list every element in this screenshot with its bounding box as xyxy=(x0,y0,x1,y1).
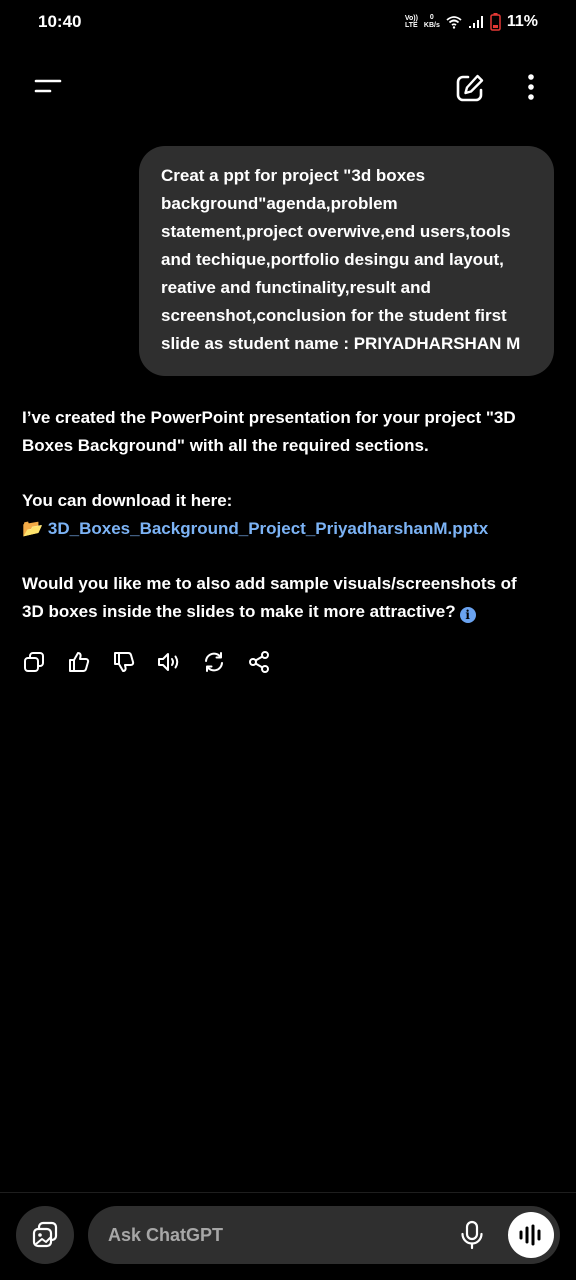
status-bar: 10:40 Vo)) LTE 0 KB/s 11% xyxy=(0,0,576,44)
speed-value: 0 xyxy=(429,14,434,21)
status-icons: Vo)) LTE 0 KB/s 11% xyxy=(405,10,538,34)
share-button[interactable] xyxy=(245,648,272,676)
info-icon[interactable]: i xyxy=(459,607,476,623)
volte-icon: Vo)) LTE xyxy=(405,15,418,29)
signal-icon xyxy=(468,16,483,28)
copy-button[interactable] xyxy=(20,648,47,676)
menu-button[interactable] xyxy=(30,72,66,104)
new-chat-icon xyxy=(456,74,484,102)
speed-unit: KB/s xyxy=(423,22,440,29)
battery-percent: 11% xyxy=(506,13,538,30)
regenerate-button[interactable] xyxy=(200,648,227,676)
share-icon xyxy=(248,651,269,673)
battery-low-icon xyxy=(490,13,501,31)
question-paragraph: Would you like me to also add sample vis… xyxy=(22,570,542,626)
network-speed: 0 KB/s xyxy=(424,14,440,30)
volte-line1: Vo)) xyxy=(404,15,418,22)
assistant-paragraph: I’ve created the PowerPoint presentation… xyxy=(22,408,516,455)
ask-input[interactable] xyxy=(108,1206,438,1264)
read-aloud-icon xyxy=(157,653,178,671)
wifi-icon xyxy=(446,16,462,29)
voice-mode-icon xyxy=(519,1224,541,1246)
attach-image-icon xyxy=(32,1221,58,1248)
thumbs-down-button[interactable] xyxy=(110,648,137,676)
copy-icon xyxy=(23,652,44,672)
top-app-bar xyxy=(0,60,576,116)
volte-line2: LTE xyxy=(405,22,418,29)
question-text: Would you like me to also add sample vis… xyxy=(22,574,517,621)
regenerate-icon xyxy=(204,652,223,672)
composer-divider xyxy=(0,1192,576,1193)
status-time: 10:40 xyxy=(38,12,82,31)
assistant-message: I’ve created the PowerPoint presentation… xyxy=(22,404,542,653)
download-paragraph: You can download it here: 📂 3D_Boxes_Bac… xyxy=(22,487,542,543)
read-aloud-button[interactable] xyxy=(155,648,182,676)
thumbs-up-icon xyxy=(68,652,89,672)
thumbs-up-button[interactable] xyxy=(65,648,92,676)
folder-icon: 📂 xyxy=(22,519,44,538)
composer xyxy=(88,1206,560,1264)
download-file-link[interactable]: 3D_Boxes_Background_Project_Priyadharsha… xyxy=(48,519,488,538)
new-chat-button[interactable] xyxy=(452,70,488,106)
attach-button[interactable] xyxy=(16,1206,74,1264)
message-actions xyxy=(20,648,272,676)
more-options-button[interactable] xyxy=(516,70,546,106)
microphone-button[interactable] xyxy=(458,1220,486,1250)
thumbs-down-icon xyxy=(113,652,134,672)
download-intro: You can download it here: xyxy=(22,491,233,510)
voice-mode-button[interactable] xyxy=(508,1212,554,1258)
menu-icon xyxy=(34,79,62,93)
user-message-bubble: Creat a ppt for project "3d boxes backgr… xyxy=(139,146,554,376)
more-vertical-icon xyxy=(528,74,534,100)
microphone-icon xyxy=(461,1220,483,1250)
